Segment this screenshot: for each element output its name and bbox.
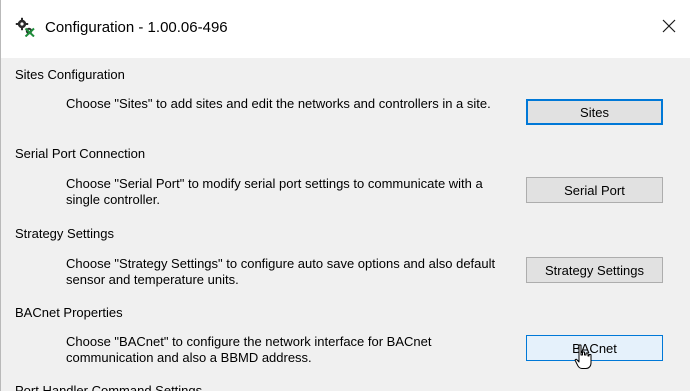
section-title-bacnet: BACnet Properties xyxy=(15,305,123,320)
title-bar: Configuration - 1.00.06-496 xyxy=(1,0,690,58)
close-button[interactable] xyxy=(653,12,685,44)
close-x-icon xyxy=(662,19,676,38)
configuration-window: Configuration - 1.00.06-496 Sites Config… xyxy=(0,0,690,391)
serial-port-button[interactable]: Serial Port xyxy=(526,177,663,203)
section-title-port-handler: Port Handler Command Settings xyxy=(15,383,203,391)
section-description-strategy-settings: Choose "Strategy Settings" to configure … xyxy=(66,256,496,287)
section-description-bacnet: Choose "BACnet" to configure the network… xyxy=(66,334,432,365)
section-title-sites: Sites Configuration xyxy=(15,67,125,82)
section-title-strategy-settings: Strategy Settings xyxy=(15,226,114,241)
sites-button[interactable]: Sites xyxy=(526,99,663,125)
strategy-settings-button[interactable]: Strategy Settings xyxy=(526,257,663,283)
section-description-sites: Choose "Sites" to add sites and edit the… xyxy=(66,96,491,111)
section-description-serial-port: Choose "Serial Port" to modify serial po… xyxy=(66,176,483,207)
section-title-serial-port: Serial Port Connection xyxy=(15,146,146,161)
window-title: Configuration - 1.00.06-496 xyxy=(45,19,228,36)
bacnet-button[interactable]: BACnet xyxy=(526,335,663,361)
gears-config-icon xyxy=(15,17,35,38)
hand-pointer-icon xyxy=(574,344,592,370)
